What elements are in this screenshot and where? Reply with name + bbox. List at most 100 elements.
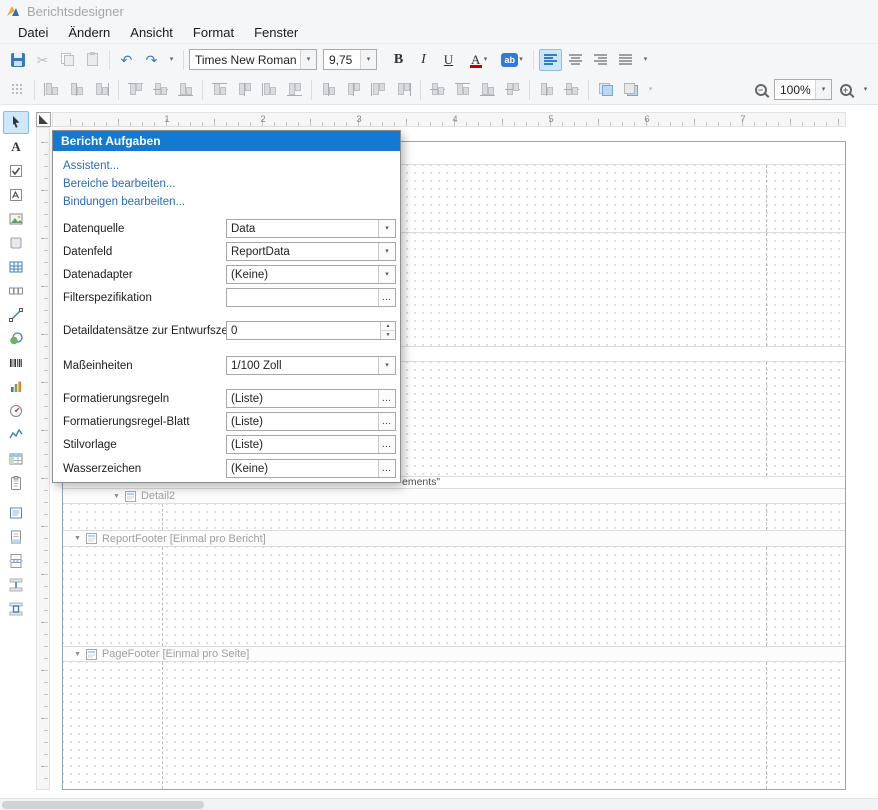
band-caption-pagefooter[interactable]: ▼ PageFooter [Einmal pro Seite]	[63, 647, 845, 661]
align-middles-button[interactable]	[149, 79, 172, 101]
alignment-dropdown[interactable]: ▾	[639, 49, 652, 71]
menu-datei[interactable]: Datei	[8, 22, 58, 43]
toolbox-item-picture-box[interactable]	[3, 207, 29, 230]
vertical-spacing-equal-button[interactable]	[426, 79, 449, 101]
edit-bindings-link[interactable]: Bindungen bearbeiten...	[63, 196, 185, 208]
zoom-dropdown[interactable]: ▾	[859, 79, 872, 101]
smart-tag-button[interactable]	[36, 112, 51, 127]
dropdown-arrow-icon[interactable]: ▾	[378, 220, 395, 237]
toolbox-item-table[interactable]	[3, 255, 29, 278]
formatting-rules-button[interactable]: (Liste) …	[226, 389, 396, 408]
italic-button[interactable]: I	[412, 49, 435, 71]
font-size-combo[interactable]: 9,75 ▾	[323, 49, 377, 70]
align-bottoms-button[interactable]	[174, 79, 197, 101]
edit-bands-link[interactable]: Bereiche bearbeiten...	[63, 178, 176, 190]
band-caption-reportfooter[interactable]: ▼ ReportFooter [Einmal pro Bericht]	[63, 531, 845, 546]
datenfeld-combo[interactable]: ReportData ▾	[226, 242, 396, 261]
band-caption-detail2[interactable]: ▼ Detail2	[63, 489, 845, 503]
redo-dropdown[interactable]: ▾	[165, 49, 178, 71]
redo-button[interactable]: ↷	[140, 49, 163, 71]
align-to-grid-button[interactable]	[6, 79, 29, 101]
save-button[interactable]	[6, 49, 29, 71]
align-rights-button[interactable]	[90, 79, 113, 101]
align-centers-button[interactable]	[65, 79, 88, 101]
toolbox-item-page-info[interactable]	[3, 525, 29, 548]
filter-expression-field[interactable]: …	[226, 288, 396, 307]
formatting-rule-sheet-button[interactable]: (Liste) …	[226, 412, 396, 431]
collapse-triangle-icon[interactable]: ▼	[74, 651, 81, 658]
zoom-out-button[interactable]: −	[749, 79, 772, 101]
bold-button[interactable]: B	[387, 49, 410, 71]
align-justify-button[interactable]	[614, 49, 637, 71]
horizontal-spacing-equal-button[interactable]	[317, 79, 340, 101]
menu-fenster[interactable]: Fenster	[244, 22, 308, 43]
paste-button[interactable]	[81, 49, 104, 71]
toolbox-item-cross-band-line[interactable]	[3, 573, 29, 596]
undo-button[interactable]: ↶	[115, 49, 138, 71]
dropdown-arrow-icon[interactable]: ▾	[815, 80, 831, 99]
font-color-button[interactable]: A ▾	[462, 49, 494, 71]
wizard-link[interactable]: Assistent...	[63, 160, 119, 172]
collapse-triangle-icon[interactable]: ▼	[113, 493, 120, 500]
dropdown-arrow-icon[interactable]: ▾	[300, 50, 316, 69]
collapse-triangle-icon[interactable]: ▼	[74, 535, 81, 542]
spin-down-icon[interactable]: ▼	[381, 331, 395, 339]
layout-dropdown[interactable]: ▾	[644, 79, 657, 101]
horizontal-spacing-increase-button[interactable]	[342, 79, 365, 101]
vertical-spacing-decrease-button[interactable]	[476, 79, 499, 101]
align-lefts-button[interactable]	[40, 79, 63, 101]
detail-count-spinner[interactable]: 0 ▲▼	[226, 321, 396, 340]
ellipsis-button[interactable]: …	[378, 390, 395, 407]
toolbox-item-gauge[interactable]	[3, 399, 29, 422]
band-content[interactable]	[63, 547, 845, 646]
toolbox-item-barcode[interactable]	[3, 351, 29, 374]
toolbox-item-pivot-grid[interactable]	[3, 447, 29, 470]
underline-button[interactable]: U	[437, 49, 460, 71]
bring-to-front-button[interactable]	[594, 79, 617, 101]
toolbox-item-rich-text[interactable]	[3, 183, 29, 206]
dropdown-arrow-icon[interactable]: ▾	[378, 357, 395, 374]
band-content[interactable]	[63, 504, 845, 530]
horizontal-scrollbar[interactable]	[0, 798, 878, 810]
spinner-buttons[interactable]: ▲▼	[380, 322, 395, 339]
align-right-button[interactable]	[589, 49, 612, 71]
center-vertically-button[interactable]	[560, 79, 583, 101]
menu-aendern[interactable]: Ändern	[58, 22, 120, 43]
toolbox-item-check-box[interactable]	[3, 159, 29, 182]
toolbox-item-sparkline[interactable]	[3, 423, 29, 446]
units-combo[interactable]: 1/100 Zoll ▾	[226, 356, 396, 375]
toolbox-item-label[interactable]: A	[3, 135, 29, 158]
style-sheet-button[interactable]: (Liste) …	[226, 435, 396, 454]
horizontal-spacing-decrease-button[interactable]	[367, 79, 390, 101]
size-to-grid-button[interactable]	[233, 79, 256, 101]
toolbox-item-page-break[interactable]	[3, 549, 29, 572]
align-left-button[interactable]	[539, 49, 562, 71]
ellipsis-button[interactable]: …	[378, 413, 395, 430]
toolbox-item-chart[interactable]	[3, 375, 29, 398]
band-content[interactable]	[63, 662, 845, 789]
menu-format[interactable]: Format	[183, 22, 244, 43]
ellipsis-button[interactable]: …	[378, 460, 395, 477]
datenadapter-combo[interactable]: (Keine) ▾	[226, 265, 396, 284]
ellipsis-button[interactable]: …	[378, 289, 395, 306]
toolbox-item-character-comb[interactable]	[3, 279, 29, 302]
datenquelle-combo[interactable]: Data ▾	[226, 219, 396, 238]
copy-button[interactable]	[56, 49, 79, 71]
toolbox-item-shape[interactable]	[3, 327, 29, 350]
center-horizontally-button[interactable]	[535, 79, 558, 101]
vertical-spacing-increase-button[interactable]	[451, 79, 474, 101]
watermark-button[interactable]: (Keine) …	[226, 459, 396, 478]
vertical-spacing-remove-button[interactable]	[501, 79, 524, 101]
dropdown-arrow-icon[interactable]: ▾	[360, 50, 376, 69]
horizontal-spacing-remove-button[interactable]	[392, 79, 415, 101]
align-center-button[interactable]	[564, 49, 587, 71]
dropdown-arrow-icon[interactable]: ▾	[378, 266, 395, 283]
cut-button[interactable]: ✂	[31, 49, 54, 71]
highlight-color-button[interactable]: ab ▾	[496, 49, 528, 71]
make-same-size-button[interactable]	[283, 79, 306, 101]
ellipsis-button[interactable]: …	[378, 436, 395, 453]
scrollbar-thumb[interactable]	[2, 801, 204, 809]
zoom-in-button[interactable]: +	[834, 79, 857, 101]
send-to-back-button[interactable]	[619, 79, 642, 101]
clipped-label[interactable]: ements"	[402, 477, 440, 488]
